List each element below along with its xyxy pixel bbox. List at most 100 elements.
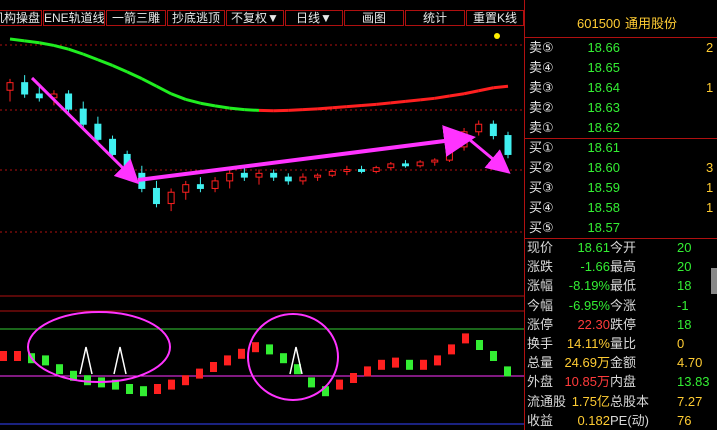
candle-body [284, 176, 292, 182]
toolbar-button-adjust[interactable]: 不复权▼ [226, 10, 284, 26]
indicator-block [504, 366, 511, 377]
candle-body [240, 172, 248, 178]
sell-level-label: 卖② [529, 100, 554, 115]
quote-value: 18 [677, 278, 692, 294]
ma-line-segment [244, 108, 260, 112]
ma-line-segment [97, 58, 114, 67]
buy-level-3[interactable]: 买③ 18.59 1 [525, 178, 717, 198]
indicator-block [266, 344, 273, 355]
ma-line-segment [68, 47, 84, 56]
candle-body [35, 93, 43, 99]
buy-level-price: 18.61 [587, 140, 620, 155]
indicator-block [420, 359, 427, 370]
candle-body [401, 163, 409, 167]
sell-level-4[interactable]: 卖② 18.63 [525, 98, 717, 118]
quote-label: 总量 [527, 355, 554, 371]
ma-line-segment [361, 102, 377, 107]
buy-level-label: 买③ [529, 180, 554, 195]
kline-chart[interactable] [0, 0, 524, 430]
ma-line-segment [185, 97, 201, 105]
ma-line-segment [317, 106, 333, 111]
sell-level-price: 18.64 [587, 80, 620, 95]
indicator-block [392, 357, 399, 368]
quote-value: 18.61 [577, 240, 610, 255]
toolbar-button-draw[interactable]: 画图 [344, 10, 404, 26]
indicator-block [434, 355, 441, 366]
buy-level-1[interactable]: 买① 18.61 [525, 138, 717, 158]
ma-line-segment [126, 70, 143, 81]
sell-level-label: 卖① [529, 120, 554, 135]
candle-body [182, 184, 190, 193]
toolbar-button-three-eagles[interactable]: 一箭三雕 [106, 10, 166, 26]
toolbar-button-period[interactable]: 日线▼ [285, 10, 343, 26]
toolbar-button-institution[interactable]: 机构操盘 [0, 10, 42, 26]
quote-value: -8.19% [568, 278, 610, 294]
quote-label: 今涨 [610, 297, 637, 313]
indicator-block [252, 342, 259, 353]
candle-body [255, 172, 263, 178]
toolbar-button-reset[interactable]: 重置K线 [466, 10, 524, 26]
quote-row: 换手 14.11% 量比 0 [525, 334, 717, 354]
buy-level-5[interactable]: 买⑤ 18.57 [525, 218, 717, 238]
candle-body [94, 123, 102, 140]
toolbar-button-ene[interactable]: ENE轨道线 [43, 10, 105, 26]
quote-value: 7.27 [677, 393, 703, 409]
candle-body [79, 108, 87, 125]
quote-label: 流通股 [527, 393, 567, 409]
buy-level-label: 买⑤ [529, 220, 554, 235]
toolbar-button-bottom-top[interactable]: 抄底逃顶 [167, 10, 225, 26]
quote-value: 20 [677, 240, 692, 255]
scrollbar[interactable] [711, 268, 717, 294]
candle-body [6, 82, 14, 91]
sell-level-5[interactable]: 卖① 18.62 [525, 118, 717, 138]
stock-name: 通用股份 [625, 16, 678, 31]
candle-body [358, 169, 366, 172]
ma-line-segment [288, 108, 304, 112]
sell-level-price: 18.63 [587, 100, 620, 115]
indicator-block [140, 386, 147, 397]
quote-value: -6.95% [568, 297, 610, 313]
quote-value: 0.182 [577, 412, 610, 428]
annotation-ellipse [27, 311, 171, 383]
quote-value: -1 [677, 297, 689, 313]
indicator-block [224, 355, 231, 366]
candle-body [270, 172, 278, 178]
quote-label: 涨幅 [527, 278, 554, 294]
quote-label: 总股本 [610, 393, 650, 409]
candle-body [21, 82, 29, 95]
candle-body [343, 169, 351, 172]
candle-body [475, 123, 483, 133]
toolbar-button-stats[interactable]: 统计 [405, 10, 465, 26]
buy-level-label: 买① [529, 140, 554, 155]
ma-line-segment [434, 94, 450, 100]
ma-line-segment [493, 84, 509, 90]
candle-body [431, 159, 439, 163]
indicator-block [126, 384, 133, 394]
quote-value: 0 [677, 336, 685, 351]
quote-row: 今幅 -6.95% 今涨 -1 [525, 296, 717, 316]
buy-level-price: 18.58 [587, 200, 620, 215]
sell-level-3[interactable]: 卖③ 18.64 1 [525, 78, 717, 98]
indicator-block [182, 375, 189, 386]
ma-line-segment [155, 84, 172, 96]
candle-body [387, 163, 395, 169]
ma-line-segment [478, 86, 494, 93]
buy-level-2[interactable]: 买② 18.60 3 [525, 158, 717, 178]
ma-line-segment [53, 43, 69, 51]
buy-level-volume: 3 [706, 160, 714, 175]
buy-level-4[interactable]: 买④ 18.58 1 [525, 198, 717, 218]
ma-line-segment [229, 106, 245, 112]
sell-level-1[interactable]: 卖⑤ 18.66 2 [525, 38, 717, 58]
sell-level-2[interactable]: 卖④ 18.65 [525, 58, 717, 78]
ma-line-segment [390, 99, 406, 105]
annotation-ellipse [247, 313, 339, 401]
quote-row: 涨幅 -8.19% 最低 18 [525, 276, 717, 296]
quote-row: 外盘 10.85万 内盘 13.83 [525, 372, 717, 392]
quote-panel: 601500 通用股份 卖⑤ 18.66 2 卖④ 18.65 卖③ 18.64 1 卖② 18.… [524, 0, 717, 430]
ma-line-segment [82, 52, 99, 62]
candle-body [445, 146, 453, 161]
stock-code: 601500 [577, 16, 621, 31]
candle-body [489, 123, 497, 137]
quote-value: 14.11% [566, 336, 610, 351]
buy-level-label: 买② [529, 160, 554, 175]
